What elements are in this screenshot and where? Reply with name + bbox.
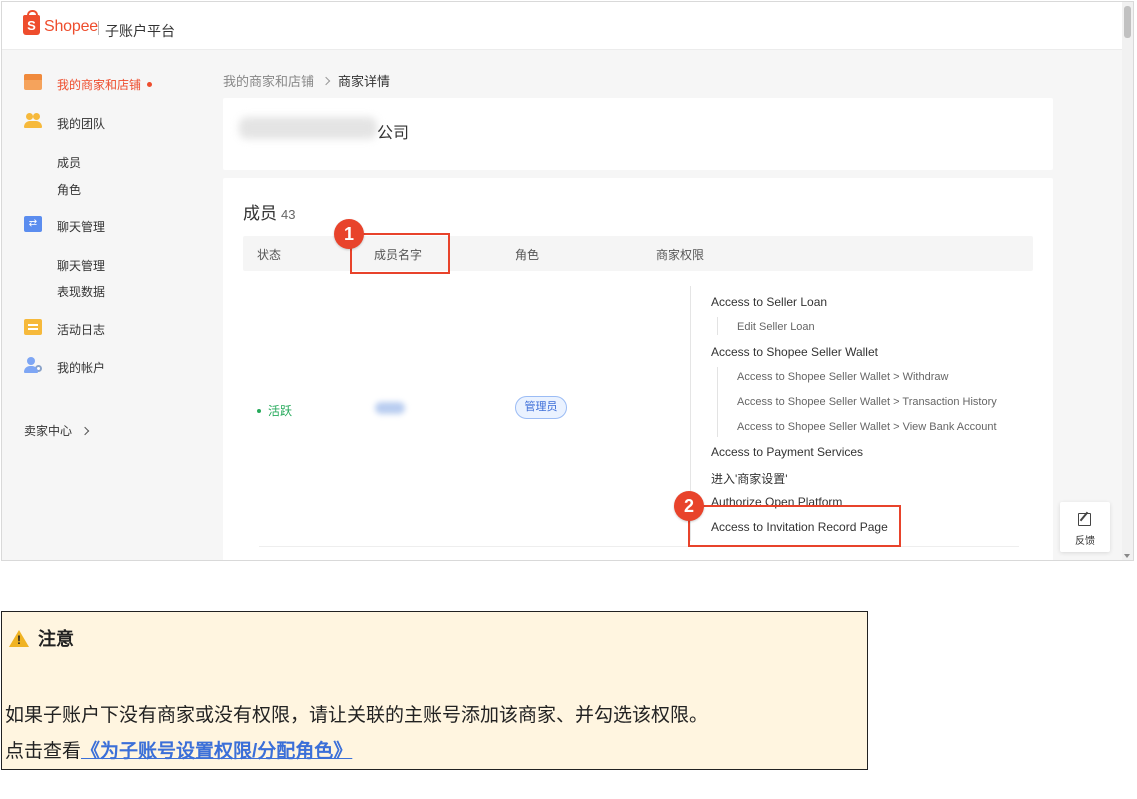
indent-line — [717, 317, 718, 335]
breadcrumb-current: 商家详情 — [338, 74, 391, 89]
column-header-role: 角色 — [515, 248, 540, 262]
sidebar-item-chat-management[interactable]: ⇄ 聊天管理 — [2, 214, 202, 236]
sidebar: 我的商家和店铺 我的团队 成员 角色 ⇄ 聊天管理 聊天管理 表现数据 活动日志… — [2, 50, 202, 560]
logo-divider — [98, 21, 99, 35]
account-icon — [24, 357, 42, 373]
sidebar-item-label: 我的团队 — [57, 117, 106, 131]
redacted-company-name — [239, 117, 377, 139]
sidebar-item-label: 聊天管理 — [57, 220, 106, 234]
chat-icon: ⇄ — [24, 216, 42, 232]
notification-dot — [147, 82, 152, 87]
row-divider — [259, 546, 1019, 547]
permission-list: Access to Seller Loan Edit Seller Loan A… — [690, 286, 1020, 541]
permission-subitem: Edit Seller Loan — [737, 321, 815, 333]
column-header-status: 状态 — [257, 248, 282, 262]
note-text: 如果子账户下没有商家或没有权限，请让关联的主账号添加该商家、并勾选该权限。 — [5, 705, 709, 726]
members-count: 43 — [281, 207, 296, 222]
sidebar-item-my-team[interactable]: 我的团队 — [2, 111, 202, 133]
sidebar-item-members[interactable]: 成员 — [57, 154, 81, 171]
members-title: 成员 43 — [243, 199, 295, 224]
sidebar-item-label: 我的帐户 — [57, 361, 106, 375]
chevron-right-icon — [80, 426, 90, 436]
breadcrumb-parent[interactable]: 我的商家和店铺 — [223, 74, 314, 89]
note-box: 注意 如果子账户下没有商家或没有权限，请让关联的主账号添加该商家、并勾选该权限。… — [1, 611, 868, 770]
store-icon — [24, 74, 42, 90]
gear-icon — [35, 365, 42, 372]
permission-subitem: Access to Shopee Seller Wallet > Withdra… — [737, 371, 949, 383]
seller-center-label: 卖家中心 — [24, 424, 73, 438]
page-scrollbar[interactable] — [1122, 2, 1133, 560]
scrollbar-thumb[interactable] — [1124, 6, 1131, 38]
platform-title: 子账户平台 — [105, 23, 175, 39]
permission-item: Access to Payment Services — [711, 445, 864, 459]
seller-center-link[interactable]: 卖家中心 — [24, 422, 90, 439]
note-title: 注意 — [38, 629, 74, 649]
indent-line — [717, 367, 718, 437]
sidebar-item-label: 我的商家和店铺 — [57, 78, 142, 92]
sidebar-item-roles[interactable]: 角色 — [57, 181, 81, 198]
edit-icon — [1078, 513, 1091, 526]
sidebar-item-label: 活动日志 — [57, 323, 106, 337]
warning-icon — [9, 630, 29, 647]
scroll-down-arrow-icon[interactable] — [1124, 554, 1130, 558]
highlight-box-invitation-permission — [688, 505, 901, 547]
company-card: 公司 — [223, 98, 1053, 170]
sidebar-item-my-account[interactable]: 我的帐户 — [2, 355, 202, 377]
sidebar-item-activity-log[interactable]: 活动日志 — [2, 317, 202, 339]
company-name: 公司 — [377, 125, 410, 142]
shopee-logo-icon[interactable]: S — [23, 10, 40, 35]
role-badge: 管理员 — [515, 396, 567, 419]
log-icon — [24, 319, 42, 335]
step-marker-1: 1 — [334, 219, 364, 249]
sidebar-item-performance[interactable]: 表现数据 — [57, 283, 105, 300]
permission-subitem: Access to Shopee Seller Wallet > Transac… — [737, 396, 997, 408]
redacted-member-name[interactable] — [375, 402, 405, 414]
permission-item: Access to Shopee Seller Wallet — [711, 345, 878, 359]
permission-subitem: Access to Shopee Seller Wallet > View Ba… — [737, 421, 997, 433]
breadcrumb: 我的商家和店铺 商家详情 — [223, 71, 390, 90]
sidebar-item-chat-management-sub[interactable]: 聊天管理 — [57, 257, 105, 274]
highlight-box-member-name — [350, 233, 450, 274]
chevron-right-icon — [321, 76, 331, 86]
app-screenshot: S Shopee 子账户平台 我的商家和店铺 我的团队 成员 角色 ⇄ 聊天管理… — [1, 1, 1134, 561]
column-header-merchant-permissions: 商家权限 — [656, 248, 705, 262]
note-heading: 注意 — [9, 625, 74, 651]
sidebar-item-my-merchants[interactable]: 我的商家和店铺 — [2, 72, 202, 94]
members-card: 成员 43 状态 成员名字 角色 商家权限 活跃 管理员 Access to Se… — [223, 178, 1053, 560]
members-title-label: 成员 — [243, 204, 277, 223]
step-marker-2: 2 — [674, 491, 704, 521]
note-link-prefix: 点击查看 — [5, 741, 82, 762]
permissions-guide-link[interactable]: 《为子账号设置权限/分配角色》 — [81, 741, 352, 762]
note-link-line: 点击查看《为子账号设置权限/分配角色》 — [5, 736, 352, 763]
team-icon — [24, 113, 42, 129]
permission-item: Access to Seller Loan — [711, 295, 828, 309]
brand-name[interactable]: Shopee — [44, 18, 98, 36]
status-badge: 活跃 — [257, 402, 292, 419]
permission-item: 进入'商家设置' — [711, 472, 788, 486]
top-bar: S Shopee 子账户平台 — [2, 2, 1123, 50]
feedback-label: 反馈 — [1075, 536, 1095, 547]
feedback-button[interactable]: 反馈 — [1060, 502, 1110, 552]
